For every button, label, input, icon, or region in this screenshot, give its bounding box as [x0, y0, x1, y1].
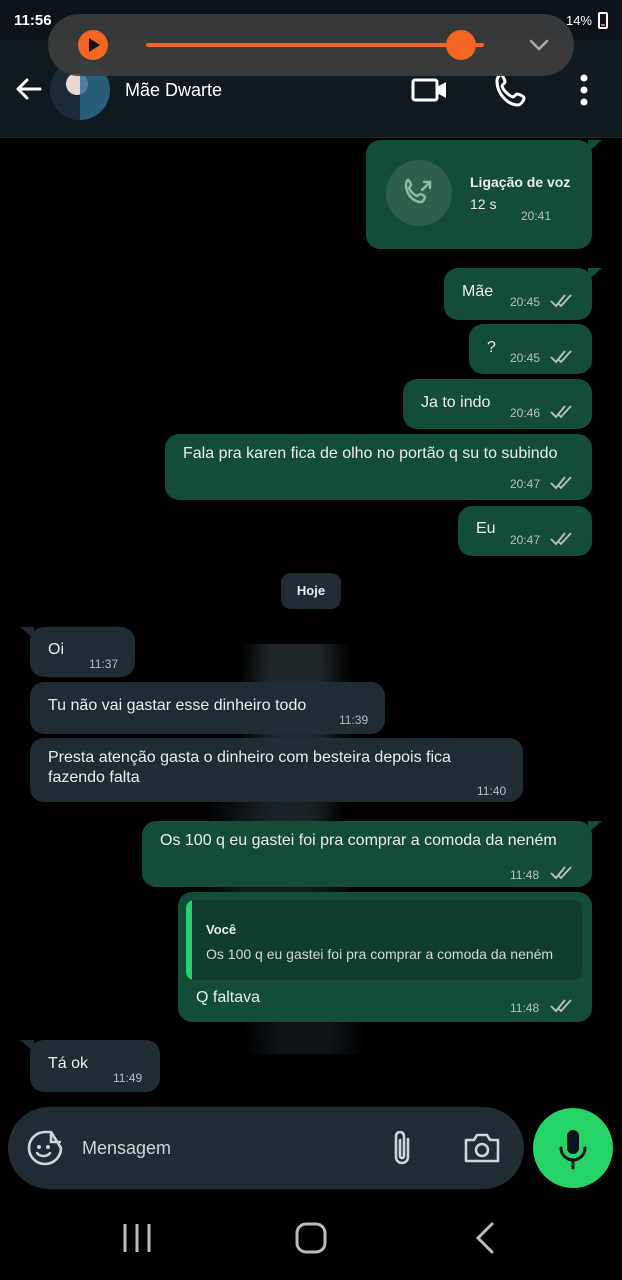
message-bubble[interactable]: Ja to indo 20:46: [403, 379, 592, 429]
message-time: 20:46: [510, 406, 541, 420]
message-bubble[interactable]: Eu 20:47: [458, 506, 592, 556]
message-time: 11:37: [89, 657, 119, 671]
message-time: 20:47: [510, 477, 541, 491]
message-time: 11:48: [510, 1001, 540, 1015]
mic-icon: [559, 1130, 587, 1170]
message-text-line2: fazendo falta: [48, 769, 140, 786]
double-check-icon: [550, 294, 572, 308]
message-input[interactable]: [82, 1133, 362, 1163]
double-check-icon: [550, 999, 572, 1013]
audio-seek-handle[interactable]: [446, 30, 476, 60]
more-options-icon[interactable]: [566, 70, 602, 110]
chevron-down-icon[interactable]: [528, 34, 550, 56]
message-text: ?: [487, 339, 496, 356]
camera-icon[interactable]: [462, 1129, 502, 1167]
recents-nav-icon[interactable]: [117, 1218, 157, 1258]
double-check-icon: [550, 866, 572, 880]
message-text: Tá ok: [48, 1055, 89, 1072]
message-text: Oi: [48, 641, 64, 658]
audio-progress-bar[interactable]: [146, 43, 484, 47]
voice-call-icon[interactable]: [492, 70, 532, 110]
message-time: 20:45: [510, 351, 541, 365]
contact-name[interactable]: Mãe Dwarte: [125, 80, 222, 101]
message-composer: [8, 1107, 524, 1189]
message-time: 11:49: [113, 1071, 143, 1085]
message-time: 20:41: [521, 209, 552, 223]
message-bubble[interactable]: Fala pra karen fica de olho no portão q …: [165, 434, 592, 500]
attach-icon[interactable]: [386, 1127, 420, 1169]
battery-icon: [598, 12, 608, 29]
double-check-icon: [550, 405, 572, 419]
quote-text: Os 100 q eu gastei foi pra comprar a com…: [206, 946, 554, 962]
message-text: Tu não vai gastar esse dinheiro todo: [48, 697, 307, 714]
message-bubble[interactable]: Os 100 q eu gastei foi pra comprar a com…: [142, 821, 602, 887]
audio-player: [48, 14, 574, 76]
message-text: Os 100 q eu gastei foi pra comprar a com…: [160, 832, 557, 849]
double-check-icon: [550, 476, 572, 490]
quote-author: Você: [206, 922, 237, 937]
call-title: Ligação de voz: [470, 174, 571, 190]
message-text: Presta atenção gasta o dinheiro com best…: [48, 749, 451, 766]
quoted-message[interactable]: Você Os 100 q eu gastei foi pra comprar …: [186, 900, 582, 980]
message-time: 11:39: [339, 713, 369, 727]
message-text: Ja to indo: [421, 394, 491, 411]
message-text: Q faltava: [196, 989, 261, 1006]
video-call-icon[interactable]: [410, 70, 450, 110]
message-bubble[interactable]: Tá ok 11:49: [20, 1040, 160, 1092]
back-nav-icon[interactable]: [466, 1218, 506, 1258]
message-time: 11:48: [510, 868, 540, 882]
status-time: 11:56: [14, 12, 52, 29]
double-check-icon: [550, 350, 572, 364]
message-time: 20:45: [510, 295, 541, 309]
call-message[interactable]: Ligação de voz 12 s 20:41: [366, 140, 602, 249]
message-bubble[interactable]: Presta atenção gasta o dinheiro com best…: [30, 738, 523, 802]
sticker-icon[interactable]: [26, 1129, 64, 1167]
message-bubble[interactable]: Tu não vai gastar esse dinheiro todo 11:…: [30, 682, 385, 734]
message-time: 11:40: [477, 784, 507, 798]
double-check-icon: [550, 532, 572, 546]
chat-area[interactable]: Ligação de voz 12 s 20:41 Mãe 20:45 ? 20…: [0, 139, 622, 1099]
play-icon[interactable]: [78, 30, 108, 60]
reply-message-bubble[interactable]: Você Os 100 q eu gastei foi pra comprar …: [178, 892, 592, 1022]
mic-button[interactable]: [533, 1108, 613, 1188]
outgoing-call-icon: [386, 160, 452, 226]
message-bubble[interactable]: Oi 11:37: [20, 627, 135, 677]
message-bubble[interactable]: ? 20:45: [469, 324, 592, 374]
message-text: Mãe: [462, 283, 494, 300]
call-duration: 12 s: [470, 196, 497, 212]
battery-percent: 14%: [565, 13, 592, 28]
date-separator: Hoje: [281, 573, 341, 609]
back-arrow-icon[interactable]: [12, 72, 46, 106]
message-text: Fala pra karen fica de olho no portão q …: [183, 445, 558, 462]
status-icons: 14%: [566, 12, 608, 29]
message-time: 20:47: [510, 533, 541, 547]
home-nav-icon[interactable]: [291, 1218, 331, 1258]
message-text: Eu: [476, 520, 496, 537]
system-nav-bar: [0, 1196, 622, 1280]
message-bubble[interactable]: Mãe 20:45: [444, 268, 602, 320]
